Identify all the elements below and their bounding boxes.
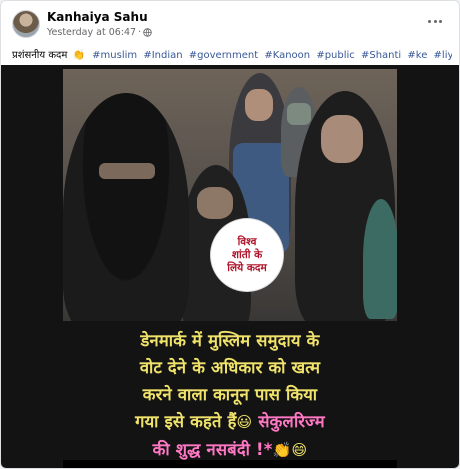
- meta-separator: ·: [138, 27, 142, 38]
- headline-line: गया इसे कहते हैं😃 सेकुलरिज्म: [63, 408, 397, 436]
- hashtag-link[interactable]: #government: [189, 50, 258, 61]
- hashtag-link[interactable]: #Kanoon: [264, 50, 310, 61]
- caption-text: प्रशंसनीय कदम: [12, 50, 68, 61]
- image-bottom-strip: [63, 460, 397, 468]
- hashtag-link[interactable]: #muslim: [92, 50, 137, 61]
- clap-emoji: 👏: [72, 50, 85, 61]
- hashtag-link[interactable]: #Shanti: [361, 50, 401, 61]
- peace-badge: विश्व शांती के लिये कदम: [211, 219, 283, 291]
- post-meta: Yesterday at 06:47 ·: [47, 27, 152, 38]
- avatar[interactable]: [12, 10, 40, 38]
- headline-line: करने वाला कानून पास किया: [142, 385, 318, 404]
- post-card: Kanhaiya Sahu Yesterday at 06:47 · प्रशं…: [0, 0, 460, 469]
- hashtag-link[interactable]: #liye: [434, 50, 452, 61]
- crowd-photo: विश्व शांती के लिये कदम: [63, 69, 397, 321]
- badge-line: लिये कदम: [227, 261, 267, 274]
- author-name[interactable]: Kanhaiya Sahu: [47, 10, 148, 24]
- badge-line: शांती के: [231, 248, 263, 261]
- hashtag-link[interactable]: #Indian: [143, 50, 182, 61]
- headline-line: वोट देने के अधिकार को खत्म: [139, 358, 321, 377]
- post-header: Kanhaiya Sahu Yesterday at 06:47 ·: [1, 1, 459, 41]
- hashtag-link[interactable]: #ke: [407, 50, 427, 61]
- more-options-icon[interactable]: [425, 13, 445, 29]
- globe-icon: [143, 28, 152, 37]
- timestamp[interactable]: Yesterday at 06:47: [47, 27, 136, 38]
- hashtag-link[interactable]: #public: [316, 50, 354, 61]
- headline-line: डेनमार्क में मुस्लिम समुदाय के: [140, 331, 320, 350]
- headline-text: गया इसे कहते हैं: [135, 412, 237, 431]
- post-image[interactable]: विश्व शांती के लिये कदम डेनमार्क में मुस…: [1, 65, 459, 468]
- woman-figure: [363, 199, 397, 319]
- image-headline: डेनमार्क में मुस्लिम समुदाय के वोट देने …: [63, 327, 397, 464]
- woman-figure: [63, 93, 189, 321]
- badge-line: विश्व: [237, 235, 257, 248]
- grin-emoji: 😃: [236, 413, 253, 431]
- headline-text-pink: की शुद्ध नसबंदी !*: [152, 440, 273, 459]
- headline-text-pink: सेकुलरिज्म: [258, 412, 325, 431]
- post-caption: प्रशंसनीय कदम 👏 #muslim #Indian #governm…: [12, 47, 452, 61]
